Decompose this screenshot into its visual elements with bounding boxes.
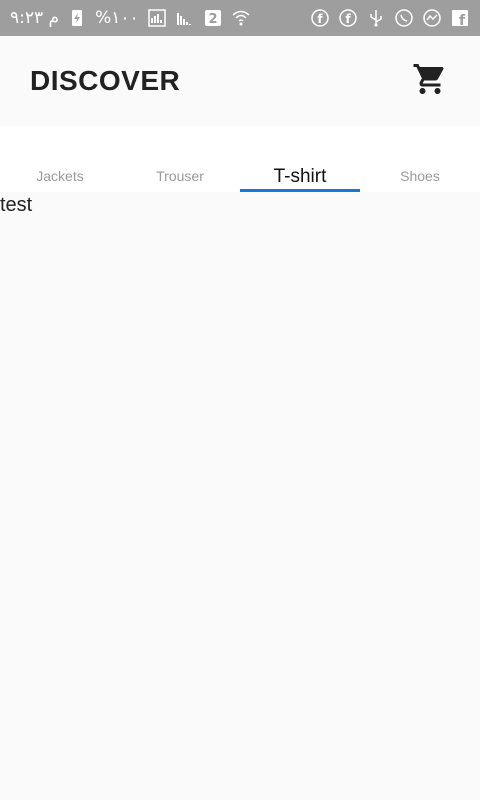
status-bar-right: f f f	[310, 8, 470, 28]
tab-shoes[interactable]: Shoes	[360, 126, 480, 192]
tab-label: T-shirt	[273, 166, 327, 187]
status-bar-left: م ٩:٢٣ %١٠٠ 2	[10, 8, 251, 28]
facebook-icon: f	[310, 8, 330, 28]
tab-t-shirt[interactable]: T-shirt	[240, 126, 360, 192]
wifi-icon	[231, 8, 251, 28]
whatsapp-icon	[394, 8, 414, 28]
signal-icon	[175, 8, 195, 28]
svg-text:f: f	[317, 12, 323, 26]
status-time: م ٩:٢٣	[10, 8, 60, 28]
tab-jackets[interactable]: Jackets	[0, 126, 120, 192]
facebook-icon: f	[338, 8, 358, 28]
usb-icon	[366, 8, 386, 28]
battery-charging-icon	[67, 8, 87, 28]
page-title: DISCOVER	[30, 65, 181, 96]
messenger-icon	[422, 8, 442, 28]
shopping-cart-icon	[412, 61, 448, 102]
signal-icon	[147, 8, 167, 28]
tab-trouser[interactable]: Trouser	[120, 126, 240, 192]
sim-2-icon: 2	[203, 8, 223, 28]
app-header: DISCOVER	[0, 36, 480, 126]
tab-label: Jackets	[36, 168, 84, 184]
status-bar: م ٩:٢٣ %١٠٠ 2 f f f	[0, 0, 480, 36]
battery-percent: %١٠٠	[95, 8, 139, 28]
content-text: test	[0, 194, 33, 216]
facebook-square-icon: f	[450, 8, 470, 28]
svg-text:f: f	[345, 12, 351, 26]
svg-text:f: f	[459, 13, 466, 28]
svg-text:2: 2	[208, 12, 217, 27]
tab-content: test	[0, 192, 480, 800]
tab-label: Shoes	[400, 168, 440, 184]
cart-button[interactable]	[410, 61, 450, 101]
category-tab-bar: Jackets Trouser T-shirt Shoes	[0, 126, 480, 192]
tab-label: Trouser	[156, 168, 204, 184]
